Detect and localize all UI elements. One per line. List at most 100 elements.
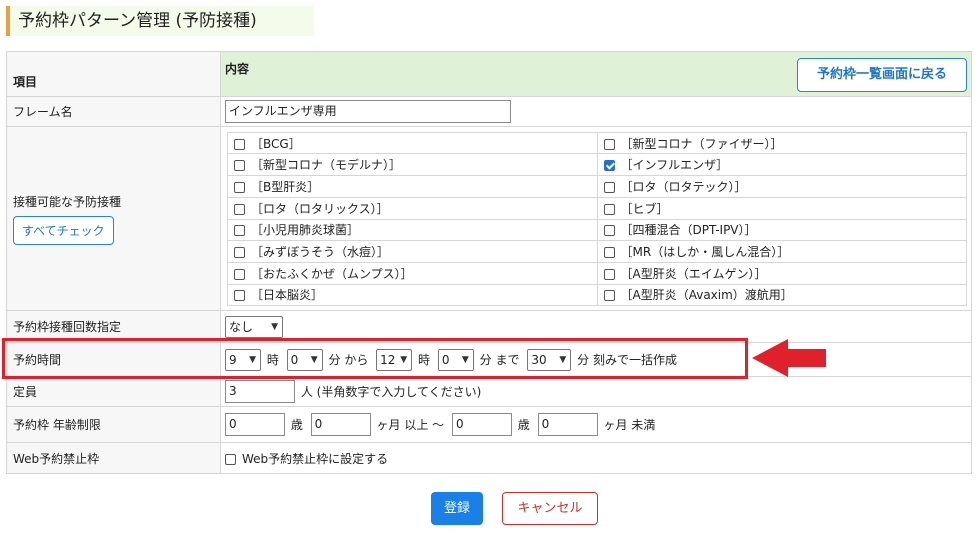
vaccine-checkbox[interactable] — [603, 268, 615, 280]
count-setting-select[interactable]: なし ▼ — [225, 315, 283, 338]
chevron-down-icon: ▼ — [461, 354, 469, 365]
vaccine-label: ［みずぼうそう（水痘）］ — [251, 245, 390, 260]
vaccine-grid: ［BCG］ ［新型コロナ（ファイザー）］ ［新型コロナ（モデルナ）］ ［インフルエンザ… — [227, 131, 967, 307]
chevron-down-icon: ▼ — [559, 354, 567, 365]
end-hour-select[interactable]: 12 ▼ — [376, 348, 413, 371]
start-hour-select[interactable]: 9 ▼ — [225, 348, 261, 371]
vaccine-checkbox[interactable] — [234, 181, 245, 193]
start-minute-select[interactable]: 0 ▼ — [286, 348, 323, 371]
vaccine-label: ［日本脳炎］ — [251, 288, 324, 303]
vaccine-option[interactable]: ［ヒブ］ — [596, 196, 967, 220]
back-to-list-button[interactable]: 予約枠一覧画面に戻る — [797, 58, 967, 92]
vaccine-option[interactable]: ［A型肝炎（Avaxim）渡航用］ — [596, 283, 967, 307]
vaccine-checkbox[interactable] — [603, 203, 615, 215]
web-block-row: Web予約禁止枠 Web予約禁止枠に設定する — [6, 442, 972, 474]
header-content: 内容 予約枠一覧画面に戻る — [220, 51, 972, 97]
capacity-input[interactable]: 3 — [225, 380, 295, 403]
header-item: 項目 — [6, 51, 221, 97]
vaccine-label: ［A型肝炎（エイムゲン）］ — [620, 266, 767, 281]
vaccine-option[interactable]: ［日本脳炎］ — [227, 283, 598, 307]
vaccine-option[interactable]: ［BCG］ — [227, 131, 598, 155]
vaccine-checkbox[interactable] — [234, 203, 245, 215]
pattern-form-table: 項目 内容 予約枠一覧画面に戻る フレーム名 インフルエンザ専用 接種可能な予防… — [6, 51, 972, 474]
vaccine-checkbox[interactable] — [603, 247, 615, 259]
vaccine-option[interactable]: ［四種混合（DPT-IPV）］ — [596, 218, 967, 242]
web-block-label: Web予約禁止枠 — [6, 442, 221, 474]
frame-name-label: フレーム名 — [6, 96, 221, 127]
vaccine-label: ［小児用肺炎球菌］ — [251, 223, 360, 238]
vaccine-checkbox[interactable] — [603, 138, 615, 150]
frame-name-input[interactable]: インフルエンザ専用 — [225, 100, 511, 123]
vaccine-option[interactable]: ［A型肝炎（エイムゲン）］ — [596, 261, 967, 285]
vaccine-option[interactable]: ［ロタ（ロタリックス）］ — [227, 196, 598, 220]
hour-unit-1: 時 — [266, 353, 279, 367]
page-title: 予約枠パターン管理 (予防接種) — [6, 6, 314, 36]
min-years-input[interactable]: 0 — [225, 413, 285, 436]
interval-suffix: 分 刻みで一括作成 — [577, 353, 677, 367]
vaccine-option[interactable]: ［インフルエンザ］ — [596, 153, 967, 177]
vaccine-label: ［おたふくかぜ（ムンプス）］ — [251, 266, 413, 281]
vaccine-row: ［日本脳炎］ ［A型肝炎（Avaxim）渡航用］ — [227, 283, 967, 307]
vaccine-option[interactable]: ［B型肝炎］ — [227, 175, 598, 198]
vaccine-checkbox[interactable] — [234, 290, 245, 302]
vaccine-label: ［新型コロナ（モデルナ）］ — [251, 158, 402, 173]
vaccines-label-cell: 接種可能な予防接種 すべてチェック — [6, 126, 221, 311]
start-hour-value: 9 — [229, 352, 237, 367]
vaccine-label: ［B型肝炎］ — [251, 179, 320, 194]
max-years-input[interactable]: 0 — [451, 413, 512, 436]
vaccine-checkbox[interactable] — [234, 247, 245, 259]
check-all-button[interactable]: すべてチェック — [13, 215, 114, 245]
vaccine-option[interactable]: ［新型コロナ（モデルナ）］ — [227, 153, 598, 177]
vaccines-label: 接種可能な予防接種 — [13, 194, 122, 209]
vaccine-option[interactable]: ［おたふくかぜ（ムンプス）］ — [227, 261, 598, 285]
time-label: 予約時間 — [6, 342, 221, 377]
vaccine-row: ［ロタ（ロタリックス）］ ［ヒブ］ — [227, 196, 967, 220]
until-text: 分 まで — [479, 353, 520, 367]
vaccine-checkbox[interactable] — [603, 181, 615, 193]
vaccine-label: ［BCG］ — [251, 136, 301, 151]
cancel-button[interactable]: キャンセル — [502, 492, 598, 525]
count-setting-label: 予約枠接種回数指定 — [6, 310, 221, 343]
submit-button[interactable]: 登録 — [431, 492, 483, 525]
years-unit-2: 歳 — [517, 418, 530, 432]
max-months-input[interactable]: 0 — [537, 413, 598, 436]
count-setting-value: なし — [229, 319, 254, 334]
vaccine-checkbox[interactable] — [234, 160, 245, 172]
capacity-row: 定員 3 人 (半角数字で入力してください) — [6, 376, 972, 407]
months-suffix-2: ヶ月 未満 — [603, 418, 656, 432]
vaccine-label: ［四種混合（DPT-IPV）］ — [620, 223, 757, 238]
vaccine-checkbox[interactable] — [603, 290, 615, 302]
vaccine-option[interactable]: ［MR（はしか・風しん混合）］ — [596, 240, 967, 263]
vaccine-option[interactable]: ［ロタ（ロタテック）］ — [596, 175, 967, 198]
vaccine-row: ［BCG］ ［新型コロナ（ファイザー）］ — [227, 131, 967, 155]
vaccine-option[interactable]: ［みずぼうそう（水痘）］ — [227, 240, 598, 263]
capacity-suffix: 人 (半角数字で入力してください) — [300, 385, 482, 399]
red-arrow-icon — [752, 339, 826, 377]
table-header-row: 項目 内容 予約枠一覧画面に戻る — [6, 51, 972, 97]
vaccine-label: ［ロタ（ロタリックス）］ — [251, 201, 389, 216]
vaccine-checkbox[interactable] — [234, 225, 245, 237]
vaccines-row: 接種可能な予防接種 すべてチェック ［BCG］ ［新型コロナ（ファイザー）］ ［新型… — [6, 126, 972, 311]
end-hour-value: 12 — [380, 352, 396, 367]
vaccine-checkbox[interactable] — [234, 138, 245, 150]
vaccine-option[interactable]: ［新型コロナ（ファイザー）］ — [596, 131, 967, 155]
vaccine-label: ［インフルエンザ］ — [620, 158, 729, 173]
vaccine-checkbox[interactable] — [603, 160, 615, 172]
interval-select[interactable]: 30 ▼ — [527, 348, 572, 371]
chevron-down-icon: ▼ — [271, 321, 278, 332]
vaccine-row: ［B型肝炎］ ［ロタ（ロタテック）］ — [227, 175, 967, 198]
chevron-down-icon: ▼ — [400, 354, 408, 365]
vaccine-option[interactable]: ［小児用肺炎球菌］ — [227, 218, 598, 242]
vaccine-checkbox[interactable] — [234, 268, 245, 280]
header-content-label: 内容 — [225, 62, 250, 76]
vaccine-label: ［ヒブ］ — [620, 201, 669, 216]
end-minute-select[interactable]: 0 ▼ — [437, 348, 474, 371]
hour-unit-2: 時 — [417, 353, 430, 367]
vaccine-label: ［MR（はしか・風しん混合）］ — [620, 245, 790, 260]
web-block-checkbox[interactable] — [225, 453, 236, 465]
vaccine-label: ［A型肝炎（Avaxim）渡航用］ — [620, 288, 793, 303]
vaccine-checkbox[interactable] — [603, 225, 615, 237]
years-unit-1: 歳 — [290, 418, 303, 432]
min-months-input[interactable]: 0 — [310, 413, 371, 436]
frame-name-row: フレーム名 インフルエンザ専用 — [6, 96, 972, 127]
